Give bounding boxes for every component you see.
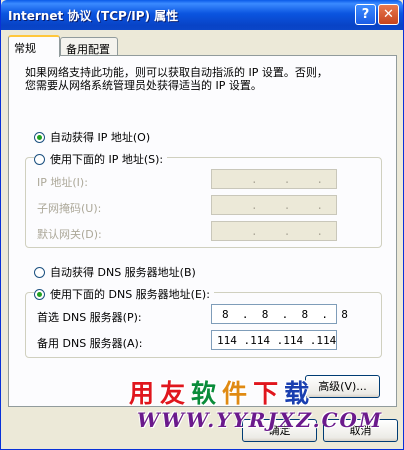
alternate-dns-input[interactable]: 114 .114 .114 .114: [211, 330, 337, 350]
radio-button-checked[interactable]: [34, 288, 45, 300]
tab-alternate-config[interactable]: 备用配置: [60, 37, 118, 56]
ip-separator: .: [251, 224, 258, 238]
advanced-button[interactable]: 高级(V)...: [305, 375, 380, 398]
ip-address-label: IP 地址(I):: [37, 176, 88, 189]
tcpip-properties-dialog: Internet 协议 (TCP/IP) 属性 ? ✕ 常规 备用配置 如果网络…: [0, 0, 404, 450]
close-button[interactable]: ✕: [378, 4, 399, 25]
radio-button-unchecked[interactable]: [34, 266, 45, 278]
tab-general[interactable]: 常规: [8, 35, 60, 57]
ip-separator: .: [251, 198, 258, 212]
default-gateway-label: 默认网关(D):: [37, 228, 102, 241]
radio-dot-icon: [37, 291, 42, 297]
description-line-1: 如果网络支持此功能，则可以获取自动指派的 IP 设置。否则，: [25, 66, 328, 79]
radio-manual-dns-label: 使用下面的 DNS 服务器地址(E):: [50, 288, 210, 301]
radio-button-checked[interactable]: [34, 131, 45, 143]
description-text: 如果网络支持此功能，则可以获取自动指派的 IP 设置。否则， 您需要从网络系统管…: [25, 66, 385, 92]
ip-separator: .: [316, 172, 323, 186]
window-title: Internet 协议 (TCP/IP) 属性: [8, 9, 179, 23]
radio-manual-dns[interactable]: 使用下面的 DNS 服务器地址(E):: [34, 286, 214, 302]
ip-separator: .: [283, 172, 291, 186]
radio-dot-icon: [37, 134, 42, 140]
ip-separator: .: [251, 172, 258, 186]
ip-separator: .: [316, 198, 323, 212]
preferred-dns-label: 首选 DNS 服务器(P):: [37, 311, 142, 324]
radio-auto-ip[interactable]: 自动获得 IP 地址(O): [34, 129, 150, 145]
alternate-dns-label: 备用 DNS 服务器(A):: [37, 337, 143, 350]
preferred-dns-value: 8 . 8 . 8 . 8: [222, 307, 348, 321]
ip-address-input: . . .: [211, 169, 337, 189]
radio-auto-ip-label: 自动获得 IP 地址(O): [50, 131, 151, 144]
cancel-button[interactable]: 取消: [323, 419, 398, 442]
ip-separator: .: [283, 224, 291, 238]
alternate-dns-value: 114 .114 .114 .114: [217, 333, 337, 347]
ip-separator: .: [283, 198, 291, 212]
radio-manual-ip[interactable]: 使用下面的 IP 地址(S):: [34, 151, 168, 167]
description-line-2: 您需要从网络系统管理员处获得适当的 IP 设置。: [25, 79, 262, 92]
radio-auto-dns[interactable]: 自动获得 DNS 服务器地址(B): [34, 264, 196, 280]
ip-separator: .: [316, 224, 323, 238]
default-gateway-input: . . .: [211, 221, 337, 241]
ok-button[interactable]: 确定: [242, 419, 317, 442]
preferred-dns-input[interactable]: 8 . 8 . 8 . 8: [211, 304, 348, 324]
radio-auto-dns-label: 自动获得 DNS 服务器地址(B): [50, 266, 196, 279]
radio-button-unchecked[interactable]: [34, 153, 45, 165]
radio-manual-ip-label: 使用下面的 IP 地址(S):: [50, 153, 164, 166]
help-button[interactable]: ?: [355, 4, 376, 25]
help-icon: ?: [361, 7, 370, 22]
subnet-mask-label: 子网掩码(U):: [37, 202, 102, 215]
close-icon: ✕: [383, 7, 394, 22]
subnet-mask-input: . . .: [211, 195, 337, 215]
title-bar[interactable]: Internet 协议 (TCP/IP) 属性 ? ✕: [1, 0, 403, 30]
